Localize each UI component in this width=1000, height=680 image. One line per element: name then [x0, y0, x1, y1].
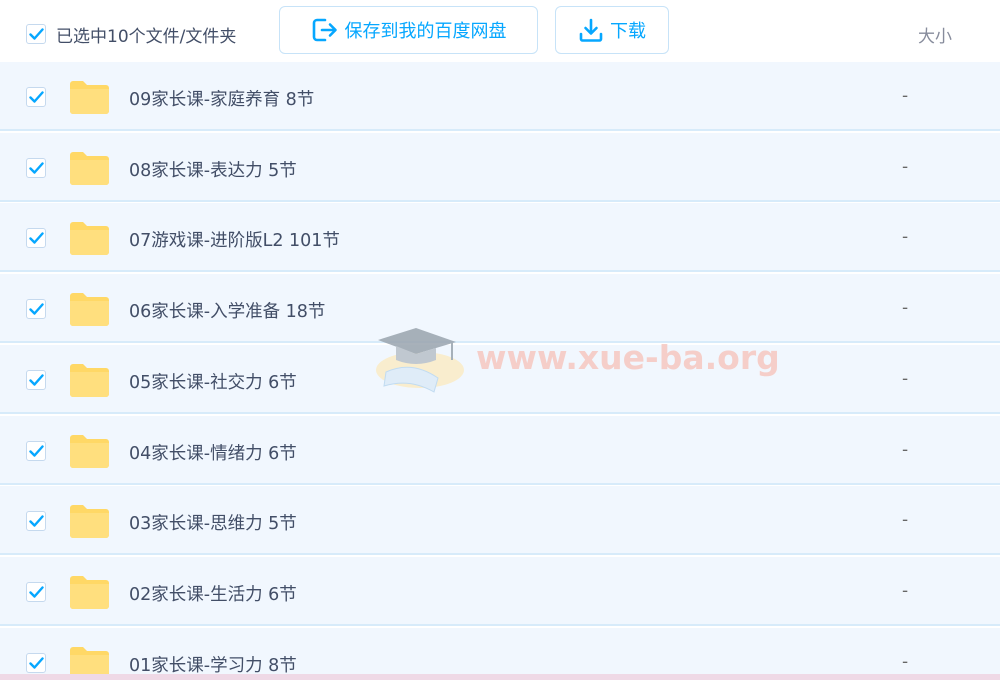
folder-icon [70, 293, 109, 327]
file-name[interactable]: 09家长课-家庭养育 8节 [129, 86, 314, 111]
row-checkbox[interactable] [26, 228, 46, 249]
file-size: - [902, 156, 909, 177]
download-icon [578, 17, 604, 43]
file-row[interactable]: 06家长课-入学准备 18节 - [0, 274, 1000, 344]
file-name[interactable]: 03家长课-思维力 5节 [129, 510, 297, 535]
row-checkbox[interactable] [26, 440, 46, 461]
toolbar: 已选中10个文件/文件夹 保存到我的百度网盘 下载 大小 [0, 0, 1000, 62]
file-row[interactable]: 09家长课-家庭养育 8节 - [0, 62, 1000, 131]
file-size: - [902, 580, 909, 601]
file-name[interactable]: 07游戏课-进阶版L2 101节 [129, 227, 340, 252]
selection-count-label: 已选中10个文件/文件夹 [56, 27, 237, 47]
file-name[interactable]: 04家长课-情绪力 6节 [129, 440, 297, 465]
folder-icon [70, 222, 109, 256]
file-size: - [902, 298, 909, 319]
size-column-header[interactable]: 大小 [918, 22, 952, 47]
check-icon [29, 91, 44, 103]
folder-icon [70, 363, 109, 397]
row-checkbox[interactable] [26, 511, 46, 532]
bottom-border [0, 674, 1000, 680]
check-icon [29, 656, 44, 669]
file-size: - [902, 227, 909, 248]
folder-icon [70, 505, 109, 539]
file-row[interactable]: 01家长课-学习力 8节 - [0, 627, 1000, 680]
file-size: - [902, 510, 909, 531]
row-checkbox[interactable] [26, 581, 46, 602]
row-checkbox[interactable] [26, 652, 46, 673]
check-icon [29, 374, 44, 386]
save-to-netdisk-button[interactable]: 保存到我的百度网盘 [279, 6, 538, 54]
file-row[interactable]: 04家长课-情绪力 6节 - [0, 415, 1000, 485]
file-row[interactable]: 03家长课-思维力 5节 - [0, 486, 1000, 556]
file-row[interactable]: 08家长课-表达力 5节 - [0, 132, 1000, 202]
save-to-disk-icon [311, 17, 339, 43]
check-icon [29, 28, 44, 40]
file-row[interactable]: 07游戏课-进阶版L2 101节 - [0, 203, 1000, 273]
check-icon [29, 303, 44, 315]
folder-icon [70, 434, 109, 468]
folder-icon [70, 81, 109, 114]
row-checkbox[interactable] [26, 369, 46, 390]
check-icon [29, 444, 44, 457]
file-name[interactable]: 02家长课-生活力 6节 [129, 581, 297, 606]
file-size: - [902, 651, 909, 672]
file-name[interactable]: 05家长课-社交力 6节 [129, 369, 297, 394]
check-icon [29, 161, 44, 174]
file-name[interactable]: 01家长课-学习力 8节 [129, 652, 297, 677]
row-checkbox[interactable] [26, 299, 46, 320]
file-row[interactable]: 05家长课-社交力 6节 - [0, 344, 1000, 414]
file-size: - [902, 86, 909, 106]
file-list: 09家长课-家庭养育 8节 -08家长课-表达力 5节 -07游戏课-进阶版L2 1… [0, 62, 1000, 680]
file-size: - [902, 368, 909, 389]
row-checkbox[interactable] [26, 157, 46, 178]
file-share-page: 已选中10个文件/文件夹 保存到我的百度网盘 下载 大小 09家长课-家庭养育 … [0, 0, 1000, 680]
save-button-label: 保存到我的百度网盘 [344, 21, 507, 42]
download-button[interactable]: 下载 [555, 6, 669, 54]
check-icon [29, 232, 44, 245]
check-icon [29, 586, 44, 598]
file-row[interactable]: 02家长课-生活力 6节 - [0, 556, 1000, 626]
file-name[interactable]: 06家长课-入学准备 18节 [129, 298, 325, 323]
select-all-checkbox[interactable] [26, 24, 46, 44]
check-icon [29, 515, 44, 527]
folder-icon [70, 575, 109, 609]
file-name[interactable]: 08家长课-表达力 5节 [129, 157, 297, 182]
folder-icon [70, 151, 109, 185]
file-size: - [902, 439, 909, 460]
download-button-label: 下载 [610, 21, 646, 42]
row-checkbox[interactable] [26, 87, 46, 107]
